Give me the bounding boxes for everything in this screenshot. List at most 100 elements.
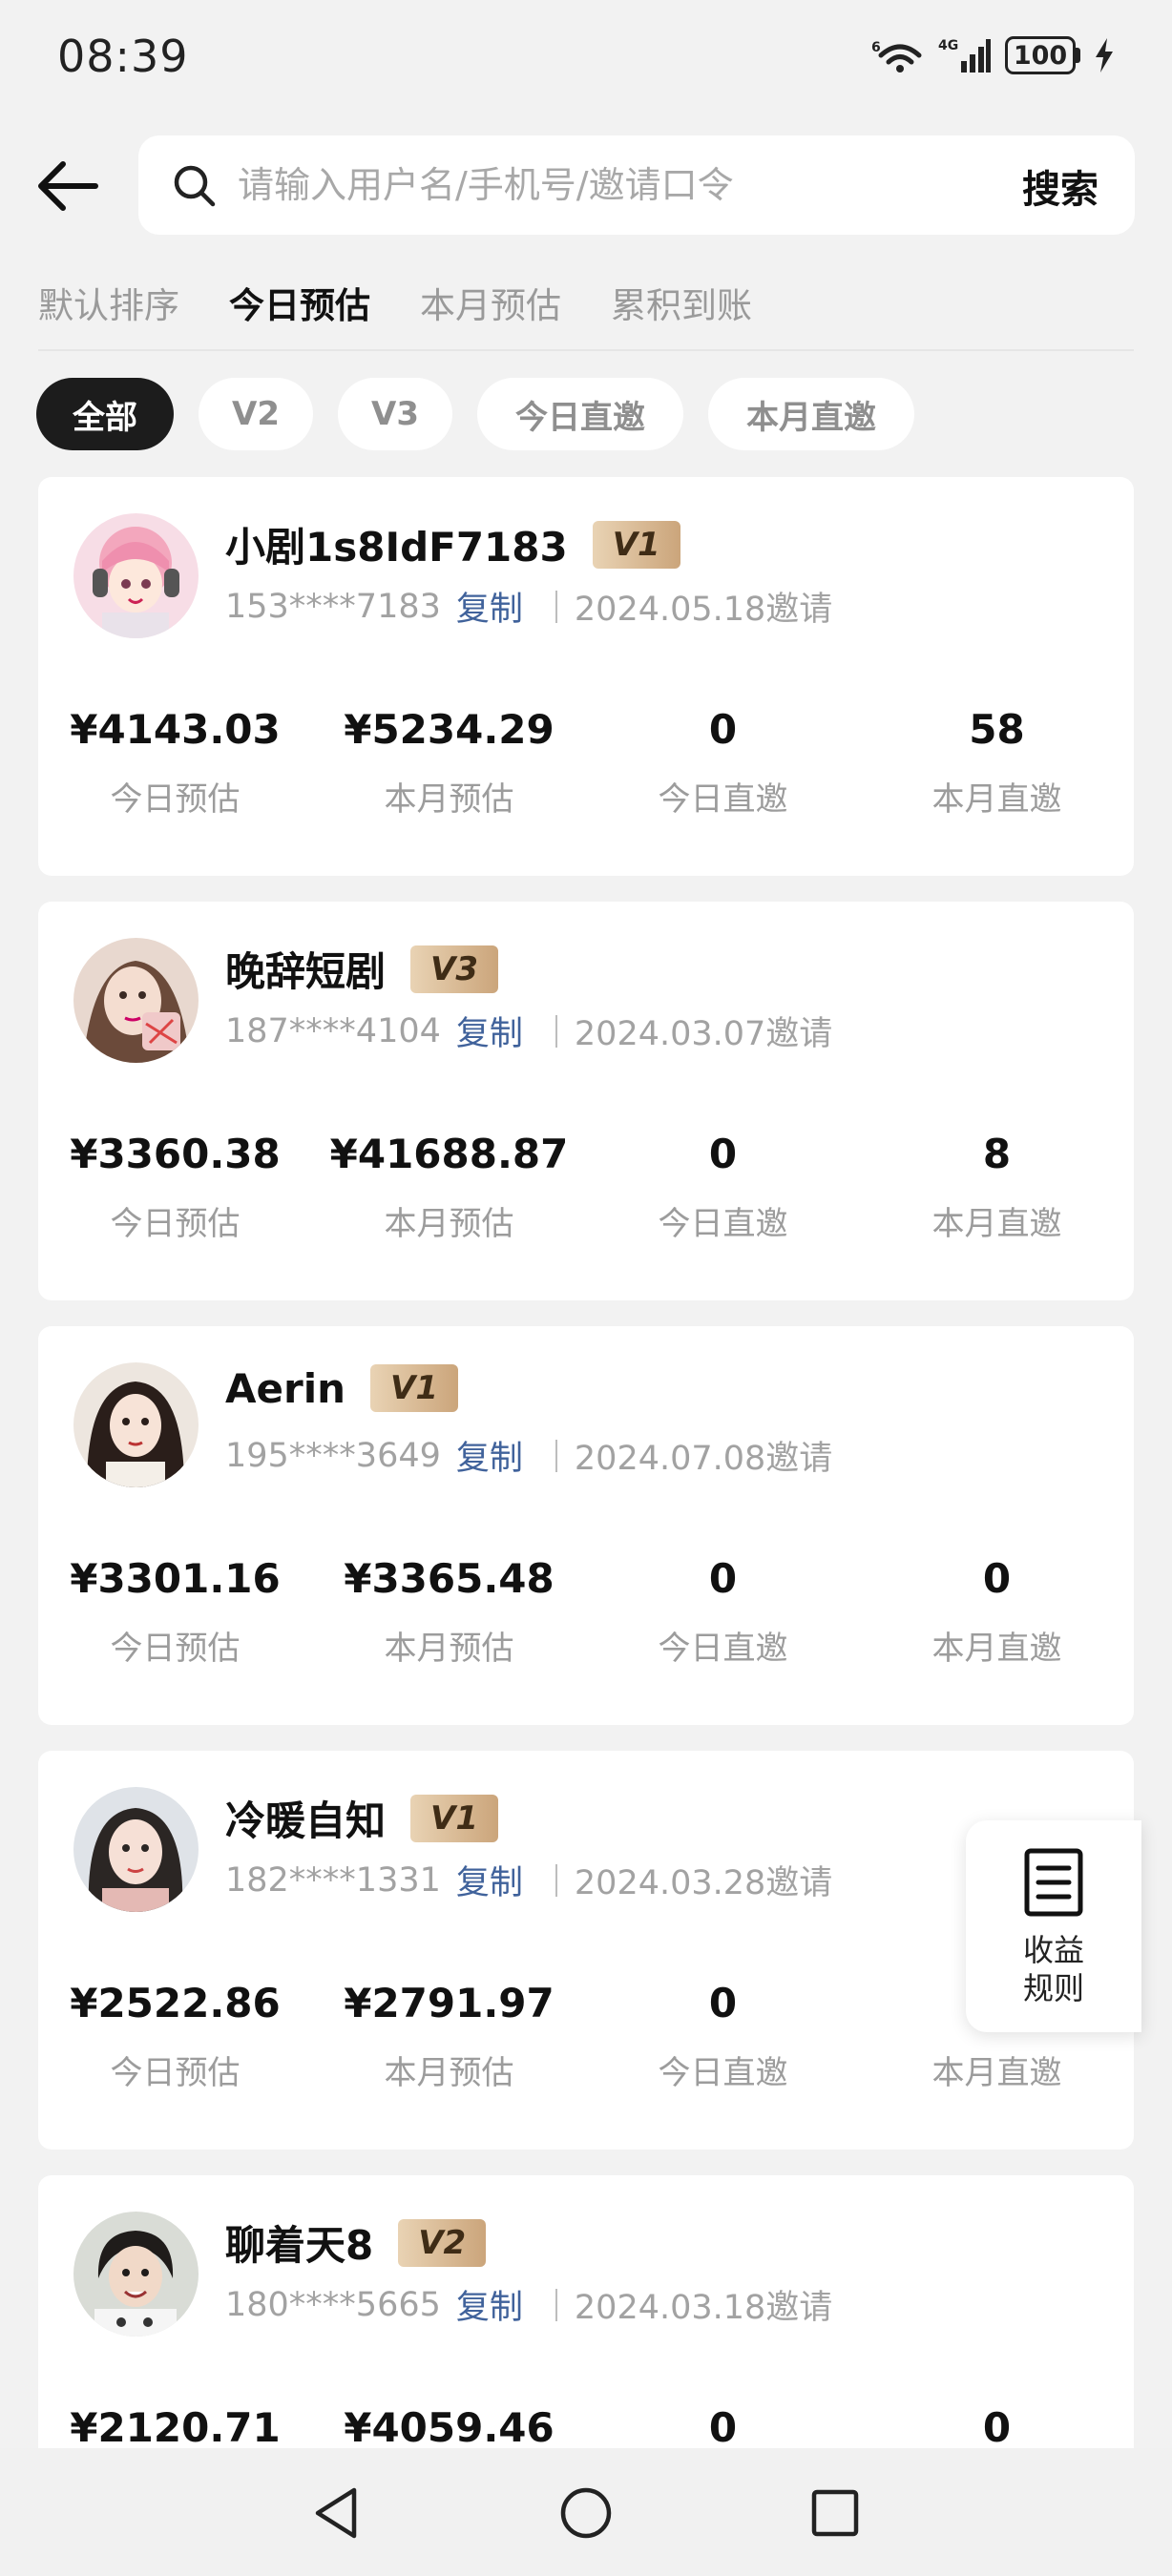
phone-number: 180****5665 [225,2285,441,2324]
stat-month-estimate: ¥3365.48 本月预估 [312,1555,586,1669]
copy-button[interactable]: 复制 [456,582,523,631]
back-button[interactable] [34,156,103,216]
battery-level: 100 [1005,36,1076,74]
avatar [73,1362,199,1487]
stat-value: 0 [708,1980,738,2026]
stat-label: 本月直邀 [931,1205,1062,1243]
charging-bolt-icon [1096,38,1113,73]
stat-value: 8 [982,1131,1012,1177]
stat-value: ¥2522.86 [70,1980,281,2026]
phone-number: 153****7183 [225,587,441,626]
svg-text:6: 6 [871,40,881,55]
stat-label: 今日预估 [110,1205,241,1243]
filter-v3[interactable]: V3 [338,378,452,450]
avatar [73,1787,199,1912]
filter-v2[interactable]: V2 [199,378,313,450]
copy-button[interactable]: 复制 [456,1856,523,1904]
stat-label: 本月直邀 [931,2054,1062,2092]
meta-separator [555,590,557,623]
battery-icon: 100 [1005,36,1080,74]
user-card[interactable]: Aerin V1 195****3649 复制 2024.07.08邀请 ¥33… [38,1326,1134,1725]
level-badge: V3 [410,945,499,993]
phone-number: 187****4104 [225,1011,441,1050]
invite-date: 2024.07.08邀请 [574,1440,833,1478]
nav-recents-icon[interactable] [806,2484,864,2542]
search-button[interactable]: 搜索 [1022,158,1099,214]
stat-today-estimate: ¥4143.03 今日预估 [38,706,312,820]
copy-button[interactable]: 复制 [456,1431,523,1480]
filter-month-direct-invite[interactable]: 本月直邀 [708,378,914,450]
nav-home-icon[interactable] [557,2484,615,2542]
stat-today-direct-invite: 0 今日直邀 [586,1555,860,1669]
status-icons: 6 4G 100 [871,36,1115,74]
invite-date: 2024.03.18邀请 [574,2289,833,2327]
stat-today-estimate: ¥3301.16 今日预估 [38,1555,312,1669]
copy-button[interactable]: 复制 [456,1007,523,1055]
stat-month-estimate: ¥5234.29 本月预估 [312,706,586,820]
earnings-rules-button[interactable]: 收益 规则 [966,1820,1141,2032]
level-badge: V1 [370,1364,458,1412]
stat-value: 0 [708,706,738,753]
cellular-signal-icon: 4G [938,38,991,73]
stat-label: 今日预估 [110,780,241,819]
user-stats: ¥3301.16 今日预估 ¥3365.48 本月预估 0 今日直邀 0 本月直… [38,1555,1134,1669]
user-meta: 182****1331 复制 2024.03.28邀请 [225,1856,832,1904]
level-badge: V2 [398,2218,487,2267]
stat-value: ¥2791.97 [344,1980,555,2026]
stat-value: ¥3301.16 [70,1555,281,1602]
invite-date: 2024.03.07邀请 [574,1015,833,1053]
stat-month-direct-invite: 0 本月直邀 [860,1555,1134,1669]
tab-month-estimate[interactable]: 本月预估 [420,277,561,328]
phone-number: 182****1331 [225,1860,441,1900]
user-name: 聊着天8 [225,2222,374,2269]
user-list: 小剧1s8IdF7183 V1 153****7183 复制 2024.05.1… [38,477,1134,2576]
user-name: 冷暖自知 [225,1797,387,1844]
earnings-rules-label-line1: 收益 [1022,1932,1084,1968]
copy-button[interactable]: 复制 [456,2280,523,2329]
search-input[interactable] [238,160,963,210]
meta-separator [555,1014,557,1048]
svg-text:4G: 4G [938,38,958,53]
tab-default-sort[interactable]: 默认排序 [38,277,179,328]
stat-label: 本月预估 [384,1630,514,1668]
stat-label: 本月预估 [384,780,514,819]
tab-cumulative-received[interactable]: 累积到账 [611,277,752,328]
filter-all[interactable]: 全部 [36,378,174,450]
user-card[interactable]: 小剧1s8IdF7183 V1 153****7183 复制 2024.05.1… [38,477,1134,876]
stat-value: ¥41688.87 [329,1131,569,1177]
status-time: 08:39 [57,31,189,82]
stat-value: ¥4143.03 [70,706,281,753]
meta-separator [555,2288,557,2321]
stat-label: 本月直邀 [931,1630,1062,1668]
stat-today-estimate: ¥3360.38 今日预估 [38,1131,312,1244]
invite-date: 2024.03.28邀请 [574,1864,833,1902]
earnings-rules-label: 收益 规则 [1023,1931,1084,2007]
stat-month-direct-invite: 58 本月直邀 [860,706,1134,820]
stat-value: 0 [708,1131,738,1177]
user-name: 小剧1s8IdF7183 [225,524,568,571]
back-arrow-icon [38,161,98,211]
stat-label: 今日直邀 [658,2054,788,2092]
stat-today-estimate: ¥2522.86 今日预估 [38,1980,312,2093]
stat-label: 本月预估 [384,1205,514,1243]
search-row: 搜索 [0,135,1172,235]
stat-value: 0 [708,1555,738,1602]
stat-today-direct-invite: 0 今日直邀 [586,1980,860,2093]
level-badge: V1 [410,1794,499,1842]
user-name-row: 小剧1s8IdF7183 V1 [225,515,680,573]
user-meta: 180****5665 复制 2024.03.18邀请 [225,2280,832,2329]
user-meta: 187****4104 复制 2024.03.07邀请 [225,1007,832,1055]
stat-label: 今日直邀 [658,780,788,819]
search-box: 搜索 [138,135,1135,235]
search-icon [174,165,216,207]
meta-separator [555,1863,557,1897]
phone-number: 195****3649 [225,1436,441,1475]
filter-today-direct-invite[interactable]: 今日直邀 [477,378,683,450]
level-badge: V1 [592,520,680,569]
nav-back-icon[interactable] [308,2484,366,2542]
stat-label: 本月直邀 [931,780,1062,819]
tab-today-estimate[interactable]: 今日预估 [229,277,370,328]
user-card[interactable]: 晚辞短剧 V3 187****4104 复制 2024.03.07邀请 ¥336… [38,902,1134,1300]
stat-month-estimate: ¥41688.87 本月预估 [312,1131,586,1244]
avatar [73,938,199,1063]
